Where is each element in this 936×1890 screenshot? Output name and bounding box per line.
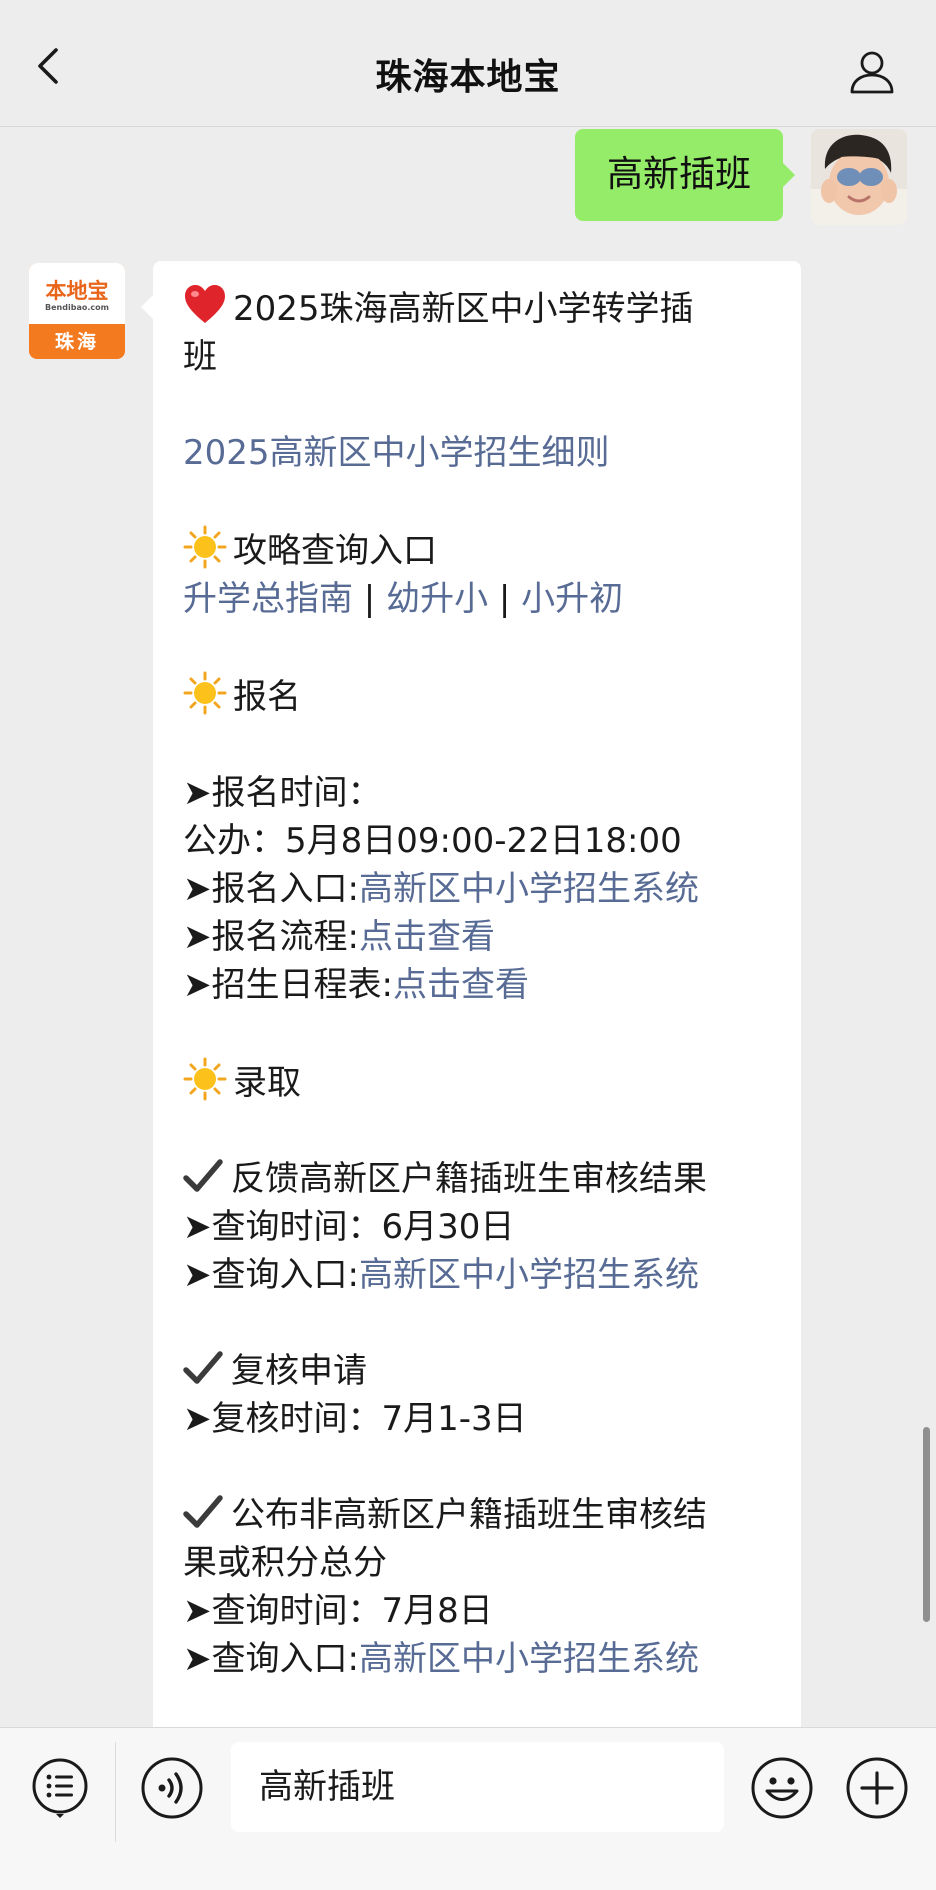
guide-link-kindergarten[interactable]: 幼升小 <box>386 579 488 619</box>
chat-area[interactable]: 高新插班 本地宝 Bendibao.com 珠海 2025珠海高新区中小学转学插… <box>0 127 936 1727</box>
reply-title-cont: 班 <box>183 337 217 377</box>
input-bar: 高新插班 <box>0 1727 936 1890</box>
official-account-avatar[interactable]: 本地宝 Bendibao.com 珠海 <box>29 263 125 359</box>
guide-link-overall[interactable]: 升学总指南 <box>183 579 353 619</box>
user-avatar[interactable] <box>811 129 907 225</box>
nonlocal-time: ➤查询时间：7月8日 <box>183 1591 493 1631</box>
avatar-brand-text: 本地宝 <box>45 278 109 303</box>
signup-heading: 报名 <box>233 677 301 717</box>
rules-link[interactable]: 2025高新区中小学招生细则 <box>183 429 773 477</box>
nonlocal-entry-label: ➤查询入口: <box>183 1639 359 1679</box>
feedback-entry-link[interactable]: 高新区中小学招生系统 <box>359 1255 699 1295</box>
nonlocal-title: 公布非高新区户籍插班生审核结 <box>231 1495 707 1535</box>
signup-schedule-line: ➤招生日程表:点击查看 <box>183 961 773 1009</box>
outgoing-message[interactable]: 高新插班 <box>574 129 796 221</box>
plus-icon[interactable] <box>845 1756 909 1820</box>
guide-link-primary[interactable]: 小升初 <box>521 579 623 619</box>
signup-entry-link[interactable]: 高新区中小学招生系统 <box>359 869 699 909</box>
review-title: 复核申请 <box>231 1351 367 1391</box>
feedback-title: 反馈高新区户籍插班生审核结果 <box>231 1159 707 1199</box>
feedback-entry-line: ➤查询入口:高新区中小学招生系统 <box>183 1251 773 1299</box>
navigation-bar: 珠海本地宝 <box>0 0 936 127</box>
sun-icon <box>183 671 227 715</box>
chat-screen: 珠海本地宝 高新插班 本地宝 Bendibao.com 珠海 2025珠海高新区… <box>0 0 936 1890</box>
signup-schedule-link[interactable]: 点击查看 <box>393 965 529 1005</box>
child-photo-icon <box>811 129 907 225</box>
signup-flow-link[interactable]: 点击查看 <box>359 917 495 957</box>
reply-title: 2025珠海高新区中小学转学插 <box>233 289 694 329</box>
signup-entry-line: ➤报名入口:高新区中小学招生系统 <box>183 865 773 913</box>
nonlocal-title-line: 公布非高新区户籍插班生审核结 <box>183 1491 773 1539</box>
signup-time-label: ➤报名时间： <box>183 773 382 813</box>
admission-heading: 录取 <box>233 1063 301 1103</box>
guide-heading: 攻略查询入口 <box>233 531 437 571</box>
feedback-title-line: 反馈高新区户籍插班生审核结果 <box>183 1155 773 1203</box>
nonlocal-title-cont: 果或积分总分 <box>183 1543 387 1583</box>
signup-flow-label: ➤报名流程: <box>183 917 359 957</box>
sun-icon <box>183 1057 227 1101</box>
divider <box>115 1742 116 1842</box>
page-title: 珠海本地宝 <box>375 57 561 98</box>
guide-separator: | <box>488 579 522 619</box>
menu-list-icon[interactable] <box>28 1756 92 1820</box>
feedback-time: ➤查询时间：6月30日 <box>183 1207 515 1247</box>
signup-heading-line: 报名 <box>183 671 773 721</box>
guide-links-line: 升学总指南 | 幼升小 | 小升初 <box>183 575 773 623</box>
signup-schedule-label: ➤招生日程表: <box>183 965 393 1005</box>
signup-public-time: 公办：5月8日09:00-22日18:00 <box>183 821 682 861</box>
scrollbar[interactable] <box>923 1427 930 1622</box>
avatar-city-text: 珠海 <box>54 331 99 353</box>
checkmark-icon <box>183 1351 223 1384</box>
signup-flow-line: ➤报名流程:点击查看 <box>183 913 773 961</box>
feedback-entry-label: ➤查询入口: <box>183 1255 359 1295</box>
message-input[interactable]: 高新插班 <box>231 1742 724 1832</box>
checkmark-icon <box>183 1495 223 1528</box>
voice-icon[interactable] <box>140 1756 204 1820</box>
nonlocal-entry-link[interactable]: 高新区中小学招生系统 <box>359 1639 699 1679</box>
user-icon[interactable] <box>848 48 896 96</box>
sun-icon <box>183 525 227 569</box>
reply-title-line: 2025珠海高新区中小学转学插 <box>183 283 773 333</box>
avatar-url-text: Bendibao.com <box>45 303 109 312</box>
heart-icon <box>185 285 225 323</box>
checkmark-icon <box>183 1159 223 1192</box>
guide-heading-line: 攻略查询入口 <box>183 525 773 575</box>
nonlocal-entry-line: ➤查询入口:高新区中小学招生系统 <box>183 1635 773 1683</box>
review-title-line: 复核申请 <box>183 1347 773 1395</box>
signup-entry-label: ➤报名入口: <box>183 869 359 909</box>
incoming-message: 2025珠海高新区中小学转学插 班 2025高新区中小学招生细则 攻略查询入口 … <box>141 261 801 1727</box>
review-time: ➤复核时间：7月1-3日 <box>183 1399 527 1439</box>
admission-heading-line: 录取 <box>183 1057 773 1107</box>
guide-separator: | <box>353 579 387 619</box>
emoji-icon[interactable] <box>750 1756 814 1820</box>
